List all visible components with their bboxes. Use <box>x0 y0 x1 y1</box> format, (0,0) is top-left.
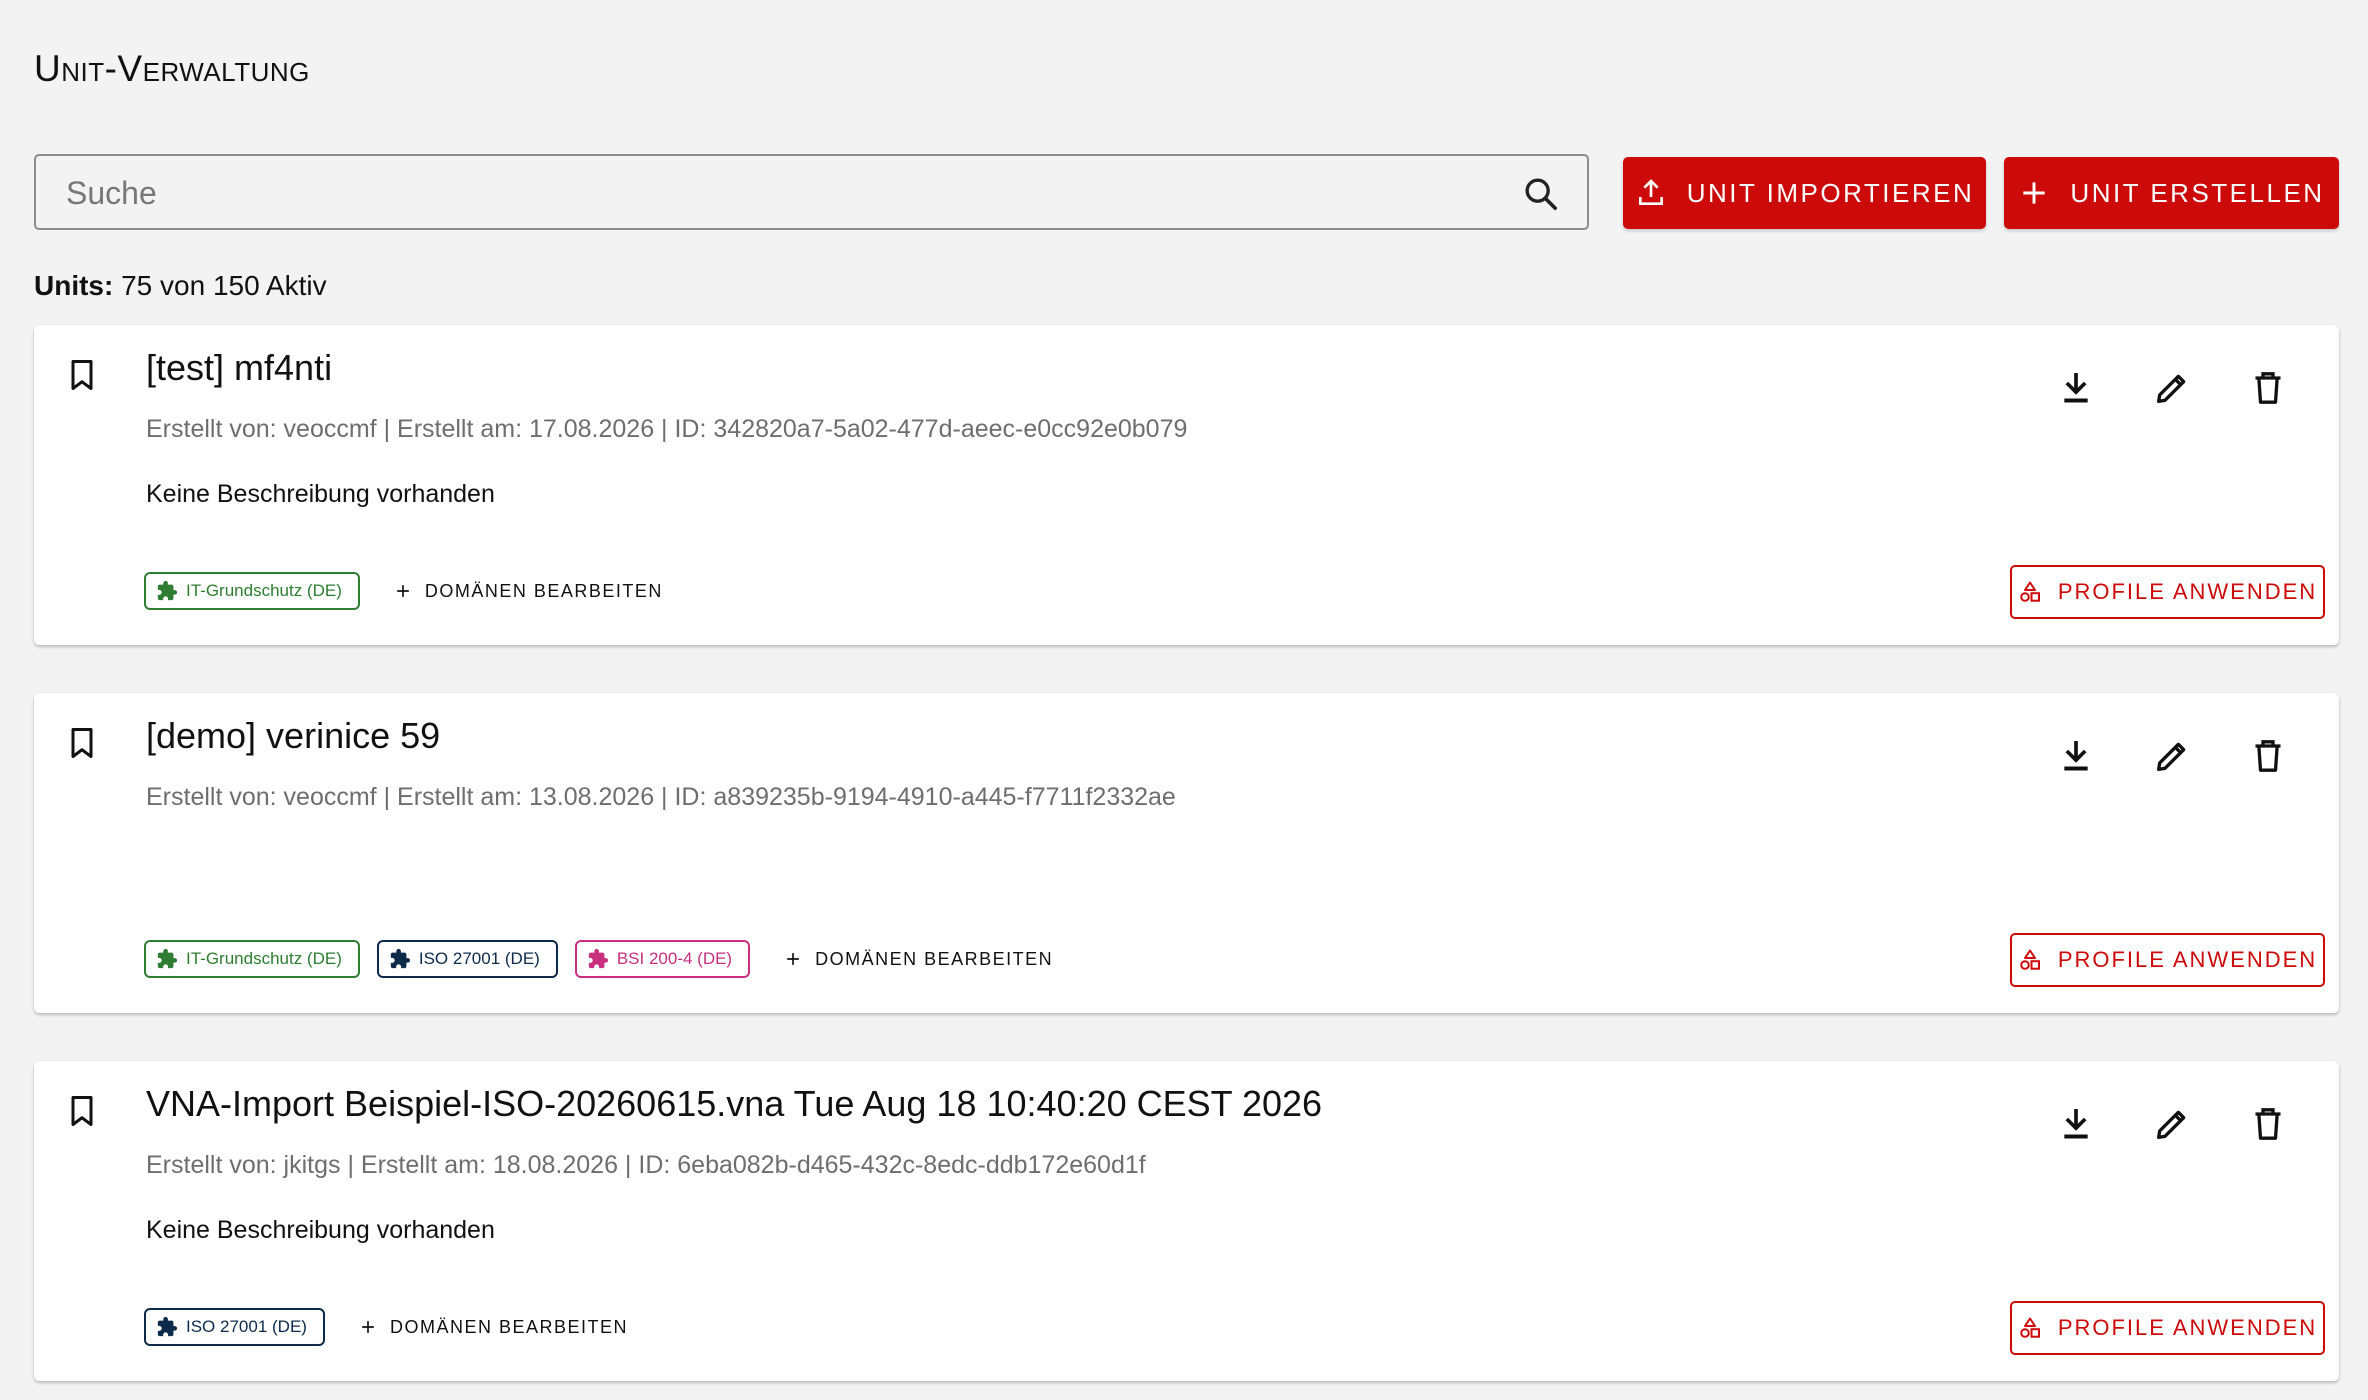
shapes-icon <box>2020 581 2040 602</box>
import-unit-label: UNIT IMPORTIEREN <box>1686 177 1975 208</box>
bookmark-icon[interactable] <box>64 723 100 763</box>
bookmark-icon[interactable] <box>64 355 100 395</box>
unit-description: Keine Beschreibung vorhanden <box>146 1216 495 1244</box>
unit-title[interactable]: VNA-Import Beispiel-ISO-20260615.vna Tue… <box>146 1083 1322 1125</box>
domain-chip-label: BSI 200-4 (DE) <box>616 949 733 968</box>
upload-icon <box>1638 179 1663 205</box>
trash-icon[interactable] <box>2243 1099 2293 1149</box>
plus-icon <box>2023 182 2046 204</box>
download-icon[interactable] <box>2051 1099 2101 1149</box>
search-input[interactable] <box>64 156 1488 230</box>
shapes-icon <box>2020 1317 2040 1338</box>
domain-chip[interactable]: ISO 27001 (DE) <box>376 940 558 978</box>
unit-card[interactable]: [demo] verinice 59 Erstellt von: veoccmf… <box>34 693 2339 1013</box>
unit-title[interactable]: [demo] verinice 59 <box>146 715 440 757</box>
edit-domains-label: DOMÄNEN BEARBEITEN <box>815 948 1054 969</box>
page-title: Unit-Verwaltung <box>34 48 310 89</box>
shapes-icon <box>2020 949 2040 970</box>
unit-management-page: Unit-Verwaltung UNIT IMPORTIEREN <box>34 0 2339 1400</box>
edit-domains-button[interactable]: DOMÄNEN BEARBEITEN <box>783 949 1053 970</box>
plus-icon <box>787 953 799 965</box>
apply-profiles-label: PROFILE ANWENDEN <box>2057 947 2318 972</box>
unit-meta: Erstellt von: jkitgs | Erstellt am: 18.0… <box>146 1151 1146 1179</box>
edit-domains-button[interactable]: DOMÄNEN BEARBEITEN <box>358 1317 628 1338</box>
unit-card[interactable]: VNA-Import Beispiel-ISO-20260615.vna Tue… <box>34 1061 2339 1381</box>
domain-list: IT-Grundschutz (DE) DOMÄNEN BEARBEITEN <box>144 571 663 611</box>
create-unit-button[interactable]: UNIT ERSTELLEN <box>2004 157 2339 229</box>
puzzle-icon <box>588 948 608 969</box>
unit-actions <box>2051 1099 2293 1149</box>
pencil-icon[interactable] <box>2147 731 2197 781</box>
toolbar: UNIT IMPORTIEREN UNIT ERSTELLEN <box>34 153 2339 233</box>
domain-chip-label: IT-Grundschutz (DE) <box>186 581 342 600</box>
domain-chip[interactable]: BSI 200-4 (DE) <box>574 940 751 978</box>
import-unit-button[interactable]: UNIT IMPORTIEREN <box>1623 157 1986 229</box>
puzzle-icon <box>157 580 178 601</box>
plus-icon <box>397 585 409 597</box>
unit-card[interactable]: [test] mf4nti Erstellt von: veoccmf | Er… <box>34 325 2339 645</box>
trash-icon[interactable] <box>2243 363 2293 413</box>
plus-icon <box>362 1321 374 1333</box>
domain-chip[interactable]: ISO 27001 (DE) <box>144 1308 325 1346</box>
units-count-text: 75 von 150 Aktiv <box>121 270 327 301</box>
bookmark-icon[interactable] <box>64 1091 100 1131</box>
unit-meta: Erstellt von: veoccmf | Erstellt am: 17.… <box>146 415 1188 443</box>
edit-domains-button[interactable]: DOMÄNEN BEARBEITEN <box>393 581 663 602</box>
domain-chip-label: IT-Grundschutz (DE) <box>186 949 342 968</box>
domain-chip[interactable]: IT-Grundschutz (DE) <box>144 572 360 610</box>
unit-meta: Erstellt von: veoccmf | Erstellt am: 13.… <box>146 783 1176 811</box>
apply-profiles-label: PROFILE ANWENDEN <box>2057 579 2318 604</box>
search-icon[interactable] <box>1521 174 1561 214</box>
apply-profiles-button[interactable]: PROFILE ANWENDEN <box>2010 1301 2325 1355</box>
domain-list: IT-Grundschutz (DE) ISO 27001 (DE) BSI 2… <box>144 939 1053 979</box>
apply-profiles-button[interactable]: PROFILE ANWENDEN <box>2010 933 2325 987</box>
domain-chip-label: ISO 27001 (DE) <box>418 949 540 968</box>
domain-list: ISO 27001 (DE) DOMÄNEN BEARBEITEN <box>144 1307 628 1347</box>
apply-profiles-label: PROFILE ANWENDEN <box>2057 1315 2318 1340</box>
domain-chip-label: ISO 27001 (DE) <box>186 1317 307 1336</box>
puzzle-icon <box>390 948 410 969</box>
unit-actions <box>2051 731 2293 781</box>
pencil-icon[interactable] <box>2147 363 2197 413</box>
unit-title[interactable]: [test] mf4nti <box>146 347 332 389</box>
unit-description: Keine Beschreibung vorhanden <box>146 480 495 508</box>
download-icon[interactable] <box>2051 363 2101 413</box>
create-unit-label: UNIT ERSTELLEN <box>2070 177 2325 208</box>
download-icon[interactable] <box>2051 731 2101 781</box>
edit-domains-label: DOMÄNEN BEARBEITEN <box>389 1316 628 1337</box>
unit-actions <box>2051 363 2293 413</box>
puzzle-icon <box>157 1316 178 1337</box>
trash-icon[interactable] <box>2243 731 2293 781</box>
puzzle-icon <box>157 948 178 969</box>
units-count: Units: 75 von 150 Aktiv <box>34 270 327 302</box>
pencil-icon[interactable] <box>2147 1099 2197 1149</box>
apply-profiles-button[interactable]: PROFILE ANWENDEN <box>2010 565 2325 619</box>
edit-domains-label: DOMÄNEN BEARBEITEN <box>424 580 663 601</box>
units-count-label: Units: <box>34 270 114 301</box>
domain-chip[interactable]: IT-Grundschutz (DE) <box>144 940 360 978</box>
search-box[interactable] <box>34 154 1589 230</box>
